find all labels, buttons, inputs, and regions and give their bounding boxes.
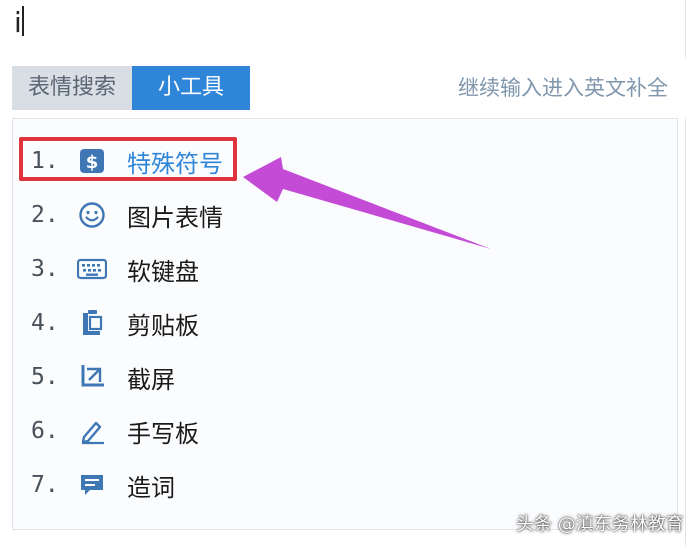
menu-item-label: 特殊符号 [127, 149, 223, 178]
item-number: 7. [31, 472, 59, 498]
menu-item-special-symbols[interactable]: 1. $ 特殊符号 [23, 139, 263, 183]
menu-item-emoji-images[interactable]: 2. 图片表情 [23, 193, 263, 237]
item-number: 3. [31, 256, 59, 282]
menu-item-label: 剪贴板 [127, 311, 199, 340]
crop-icon [77, 362, 107, 392]
menu-item-soft-keyboard[interactable]: 3. 软键盘 [23, 247, 263, 291]
menu-item-label: 软键盘 [127, 257, 199, 286]
text-caret [22, 6, 24, 36]
smiley-face-icon [77, 200, 107, 230]
item-number: 6. [31, 418, 59, 444]
clipboard-icon [77, 308, 107, 338]
item-number: 2. [31, 202, 59, 228]
arrow-annotation [243, 157, 491, 249]
keyboard-icon [77, 254, 107, 284]
menu-item-screenshot[interactable]: 5. 截屏 [23, 355, 263, 399]
item-number: 1. [31, 148, 59, 174]
completion-hint: 继续输入进入英文补全 [458, 76, 668, 100]
window-edge [685, 0, 694, 546]
pen-icon [77, 416, 107, 446]
menu-item-word-creation[interactable]: 7. 造词 [23, 463, 263, 507]
item-number: 4. [31, 310, 59, 336]
svg-text:$: $ [86, 152, 99, 173]
menu-item-label: 造词 [127, 473, 175, 502]
menu-item-clipboard[interactable]: 4. 剪贴板 [23, 301, 263, 345]
menu-item-label: 图片表情 [127, 203, 223, 232]
item-number: 5. [31, 364, 59, 390]
menu-item-handwriting[interactable]: 6. 手写板 [23, 409, 263, 453]
tab-tools[interactable]: 小工具 [132, 66, 250, 110]
menu-item-label: 截屏 [127, 365, 175, 394]
chat-bubble-icon [77, 470, 107, 500]
watermark: 头条 @滇东务林教育 [516, 514, 684, 535]
dollar-sign-icon: $ [77, 146, 107, 176]
tab-emoji-search[interactable]: 表情搜索 [12, 66, 132, 110]
tools-panel: 1. $ 特殊符号 2. 图片表情 3. 软键盘 4. 剪贴板 5. 截屏 6.… [12, 118, 678, 530]
menu-item-label: 手写板 [127, 419, 199, 448]
toolbar: 表情搜索 小工具 继续输入进入英文补全 [0, 58, 686, 118]
input-area[interactable]: i [0, 0, 686, 59]
input-text[interactable]: i [14, 6, 22, 40]
